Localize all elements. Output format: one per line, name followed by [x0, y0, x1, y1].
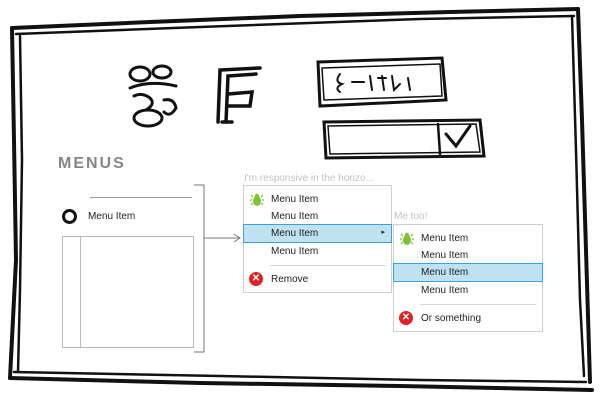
bug-icon: [400, 232, 414, 245]
menu-caption: Me too!: [394, 211, 428, 222]
section-title: MENUS: [58, 155, 126, 172]
divider: [90, 197, 192, 198]
menu-item[interactable]: Menu Item: [244, 243, 391, 260]
menu-item-label: Menu Item: [271, 211, 319, 222]
remove-menu-item[interactable]: ✕ Remove: [244, 271, 391, 288]
sketch-f-icon: [216, 66, 262, 124]
menu-item-selected[interactable]: Menu Item: [393, 263, 543, 282]
menu-item[interactable]: Menu Item: [394, 230, 542, 247]
bracket-arrow-icon: [194, 184, 241, 353]
or-something-menu-item[interactable]: ✕ Or something: [394, 310, 542, 327]
radio-ring-icon[interactable]: [62, 209, 77, 224]
divider: [420, 304, 536, 305]
menu-panel: Menu Item Menu Item Menu Item ▸ Menu Ite…: [243, 185, 392, 293]
sketch-button-icon: [316, 56, 448, 108]
menu-item-label: Menu Item: [271, 246, 319, 257]
menu-item-selected[interactable]: Menu Item ▸: [243, 224, 392, 243]
menu-item-label: Menu Item: [421, 233, 469, 244]
menu-item-label: Remove: [271, 274, 309, 285]
divider: [270, 265, 386, 266]
sketch-checkbox-field-icon: [322, 118, 486, 160]
menu-item-label: Menu Item: [421, 285, 469, 296]
submenu-arrow-icon: ▸: [381, 229, 385, 236]
close-circle-icon: ✕: [399, 311, 413, 325]
submenu-placeholder: [62, 236, 194, 348]
menu-item[interactable]: Menu Item: [244, 191, 391, 208]
close-circle-icon: ✕: [249, 272, 263, 286]
menu-item-label: Menu Item: [271, 194, 319, 205]
menu-panel: Menu Item Menu Item Menu Item Menu Item …: [393, 224, 543, 332]
menu-item-label: Or something: [421, 313, 482, 324]
bug-icon: [250, 193, 264, 206]
menu-item-label: Menu Item: [421, 267, 469, 278]
menu-item-label: Menu Item: [421, 250, 469, 261]
divider: [80, 237, 81, 347]
menu-item[interactable]: Menu Item: [394, 282, 542, 299]
menu-item[interactable]: Menu Item: [394, 247, 542, 264]
menu-item-label[interactable]: Menu Item: [88, 211, 135, 222]
menu-item-label: Menu Item: [271, 228, 319, 239]
sketch-logo-icon: [128, 64, 178, 128]
menu-item[interactable]: Menu Item: [244, 208, 391, 225]
menu-caption: I'm responsive in the horizo...: [244, 173, 374, 184]
